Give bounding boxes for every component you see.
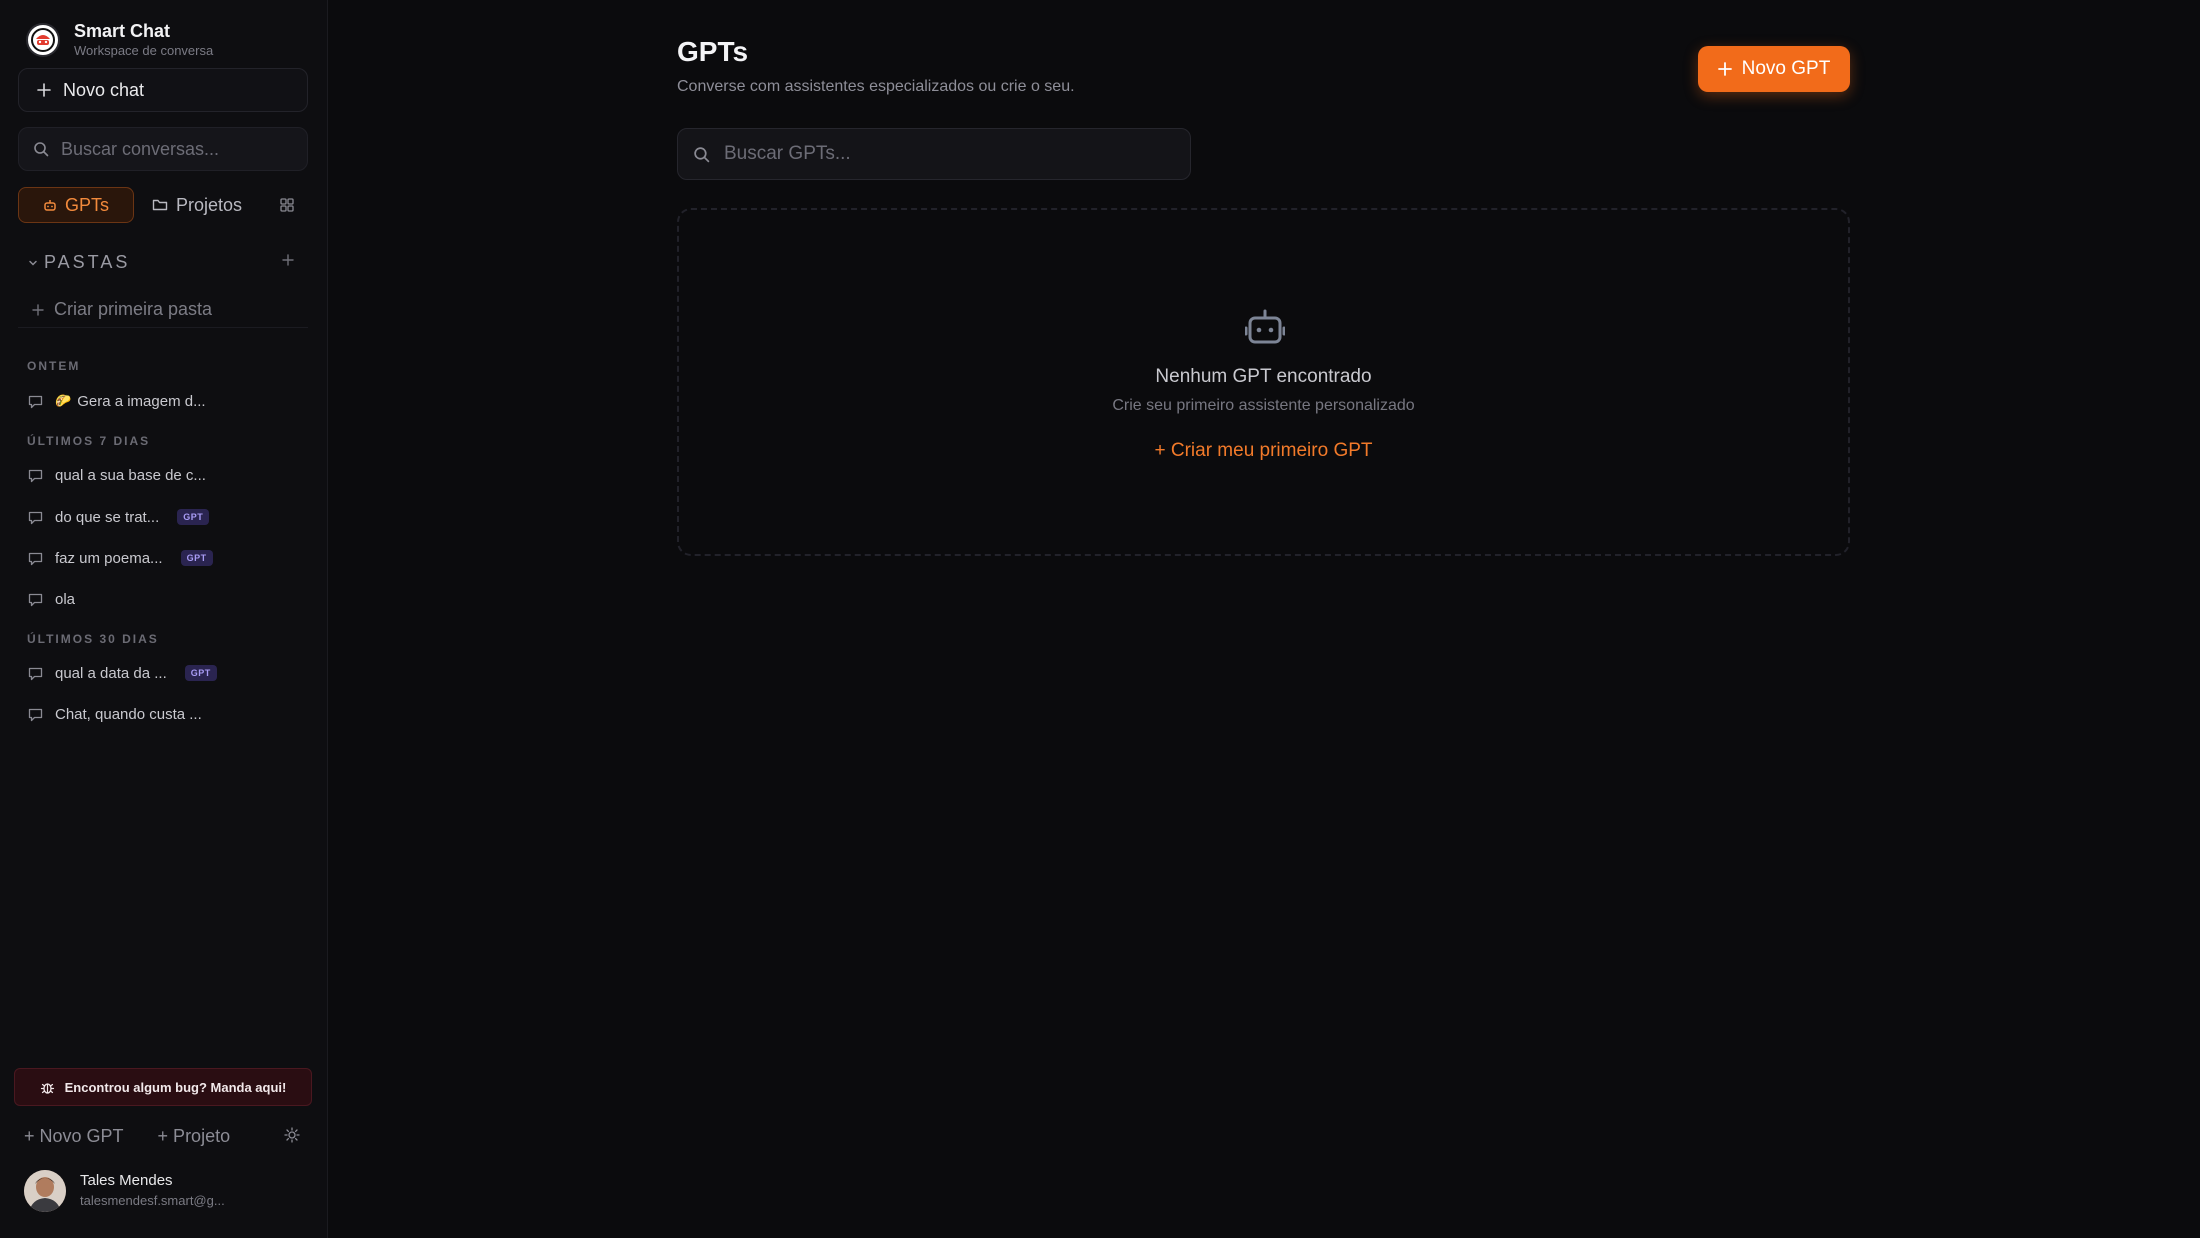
new-gpt-button[interactable]: Novo GPT	[1698, 46, 1850, 92]
sun-icon[interactable]	[284, 1127, 300, 1143]
message-icon	[28, 592, 43, 607]
create-folder-button[interactable]: Criar primeira pasta	[18, 292, 308, 328]
gpt-search[interactable]	[677, 128, 1191, 180]
bug-report-button[interactable]: Encontrou algum bug? Manda aqui!	[14, 1068, 312, 1106]
user-profile[interactable]: Tales Mendes talesmendesf.smart@g...	[24, 1170, 225, 1212]
new-chat-button[interactable]: Novo chat	[18, 68, 308, 112]
empty-state-title: Nenhum GPT encontrado	[1155, 366, 1372, 387]
group-label: ÚLTIMOS 7 DIAS	[27, 434, 151, 448]
conversation-title: qual a sua base de c...	[55, 466, 206, 484]
gpt-badge: GPT	[177, 509, 210, 525]
brand[interactable]: Smart Chat Workspace de conversa	[26, 20, 213, 60]
plus-icon	[37, 83, 51, 97]
bug-report-label: Encontrou algum bug? Manda aqui!	[64, 1079, 287, 1095]
app-logo	[26, 23, 60, 57]
search-icon	[693, 146, 710, 163]
message-icon	[28, 510, 43, 525]
plus-icon	[1717, 62, 1732, 76]
search-icon	[33, 141, 49, 157]
robot-icon	[1245, 308, 1285, 346]
message-icon	[28, 551, 43, 566]
gpt-badge: GPT	[180, 550, 213, 566]
gpt-search-input[interactable]	[724, 143, 1190, 165]
avatar	[24, 1170, 66, 1212]
gpt-badge: GPT	[184, 665, 217, 681]
conversation-item[interactable]: Chat, quando custa ...	[28, 699, 308, 729]
conversation-title: qual a data da ...	[55, 664, 167, 682]
add-folder-icon[interactable]	[282, 254, 294, 266]
app-name: Smart Chat	[74, 21, 171, 41]
message-icon	[28, 394, 43, 409]
bug-icon	[40, 1080, 55, 1095]
new-gpt-link[interactable]: + Novo GPT	[24, 1126, 124, 1147]
conversation-item[interactable]: do que se trat... GPT	[28, 502, 308, 532]
conversation-item[interactable]: qual a data da ... GPT	[28, 658, 308, 688]
conversation-title: do que se trat...	[55, 508, 160, 526]
create-first-gpt-link[interactable]: + Criar meu primeiro GPT	[679, 440, 1848, 462]
folder-icon	[152, 198, 168, 212]
conversation-title: ola	[55, 590, 76, 608]
grid-view-icon[interactable]	[280, 198, 294, 212]
message-icon	[28, 468, 43, 483]
plus-icon	[32, 303, 44, 316]
conversation-item[interactable]: qual a sua base de c...	[28, 460, 308, 490]
sidebar-tabs: GPTs Projetos	[18, 187, 308, 223]
page-title: GPTs	[677, 36, 749, 67]
new-chat-label: Novo chat	[63, 79, 145, 100]
conversation-title: Chat, quando custa ...	[55, 705, 202, 723]
page-subtitle: Converse com assistentes especializados …	[677, 78, 1075, 95]
new-project-link[interactable]: + Projeto	[158, 1126, 231, 1147]
conversation-title: Gera a imagem d...	[77, 392, 206, 410]
create-folder-label: Criar primeira pasta	[54, 299, 213, 319]
conversation-search-input[interactable]	[61, 138, 307, 160]
sidebar: Smart Chat Workspace de conversa Novo ch…	[0, 0, 328, 1238]
conversation-title: faz um poema...	[55, 549, 163, 567]
conversation-item[interactable]: ola	[28, 584, 308, 614]
conversation-emoji: 🌮	[55, 393, 72, 408]
folders-header[interactable]: PASTAS	[28, 252, 298, 273]
tab-gpts-label: GPTs	[64, 194, 109, 215]
conversation-item[interactable]: faz um poema... GPT	[28, 543, 308, 573]
app-subtitle: Workspace de conversa	[74, 43, 214, 58]
tab-projects[interactable]: Projetos	[152, 187, 242, 223]
conversation-search[interactable]	[18, 127, 308, 171]
empty-state-subtitle: Crie seu primeiro assistente personaliza…	[1112, 397, 1415, 414]
message-icon	[28, 666, 43, 681]
empty-state: Nenhum GPT encontrado Crie seu primeiro …	[677, 208, 1850, 556]
group-label: ONTEM	[27, 359, 81, 373]
conversation-item[interactable]: 🌮 Gera a imagem d...	[28, 386, 308, 416]
tab-gpts[interactable]: GPTs	[18, 187, 134, 223]
group-label: ÚLTIMOS 30 DIAS	[27, 632, 159, 646]
message-icon	[28, 707, 43, 722]
user-email: talesmendesf.smart@g...	[80, 1193, 225, 1208]
new-gpt-label: Novo GPT	[1741, 58, 1831, 79]
tab-projects-label: Projetos	[176, 194, 243, 215]
chevron-down-icon	[28, 258, 38, 268]
user-name: Tales Mendes	[80, 1172, 173, 1189]
sidebar-bottom-actions: + Novo GPT + Projeto	[24, 1122, 300, 1150]
folders-title: PASTAS	[44, 252, 131, 272]
bot-icon	[43, 198, 57, 212]
